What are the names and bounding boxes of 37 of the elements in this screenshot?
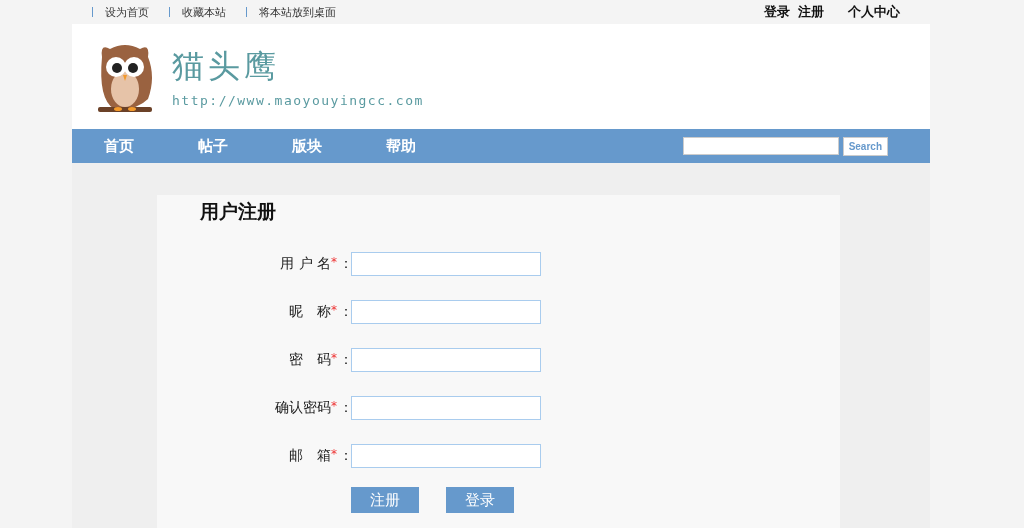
top-link[interactable]: 收藏本站	[182, 4, 226, 20]
required-mark: *	[331, 255, 337, 269]
top-link[interactable]: 将本站放到桌面	[259, 4, 336, 20]
nav-item[interactable]: 帮助	[354, 136, 448, 156]
input-field[interactable]	[351, 348, 541, 372]
required-mark: *	[331, 399, 337, 413]
field-label: 邮 箱	[289, 447, 331, 465]
input-field[interactable]	[351, 252, 541, 276]
colon: ：	[339, 255, 351, 273]
field-label: 昵 称	[289, 303, 331, 321]
login-button[interactable]: 登录	[446, 487, 514, 513]
required-mark: *	[331, 303, 337, 317]
required-mark: *	[331, 351, 337, 365]
nav-item[interactable]: 首页	[72, 136, 166, 156]
site-url: http://www.maoyouyingcc.com	[172, 93, 424, 108]
account-link[interactable]: 注册	[798, 3, 824, 21]
field-label: 密 码	[289, 351, 331, 369]
input-field[interactable]	[351, 444, 541, 468]
colon: ：	[339, 399, 351, 417]
input-field[interactable]	[351, 396, 541, 420]
top-link[interactable]: 设为首页	[105, 4, 149, 20]
form-title: 用户注册	[200, 199, 276, 224]
input-field[interactable]	[351, 300, 541, 324]
colon: ：	[339, 303, 351, 321]
required-mark: *	[331, 447, 337, 461]
nav-item[interactable]: 帖子	[166, 136, 260, 156]
field-label: 确认密码	[275, 399, 331, 417]
user-center-link[interactable]: 个人中心	[848, 3, 900, 21]
site-name: 猫头鹰	[172, 46, 281, 87]
colon: ：	[339, 447, 351, 465]
search-button[interactable]: Search	[842, 136, 888, 156]
search-field[interactable]	[682, 136, 839, 155]
account-link[interactable]: 登录	[764, 3, 790, 21]
field-label: 用 户 名	[280, 255, 331, 273]
colon: ：	[339, 351, 351, 369]
nav-item[interactable]: 版块	[260, 136, 354, 156]
register-button[interactable]: 注册	[351, 487, 419, 513]
